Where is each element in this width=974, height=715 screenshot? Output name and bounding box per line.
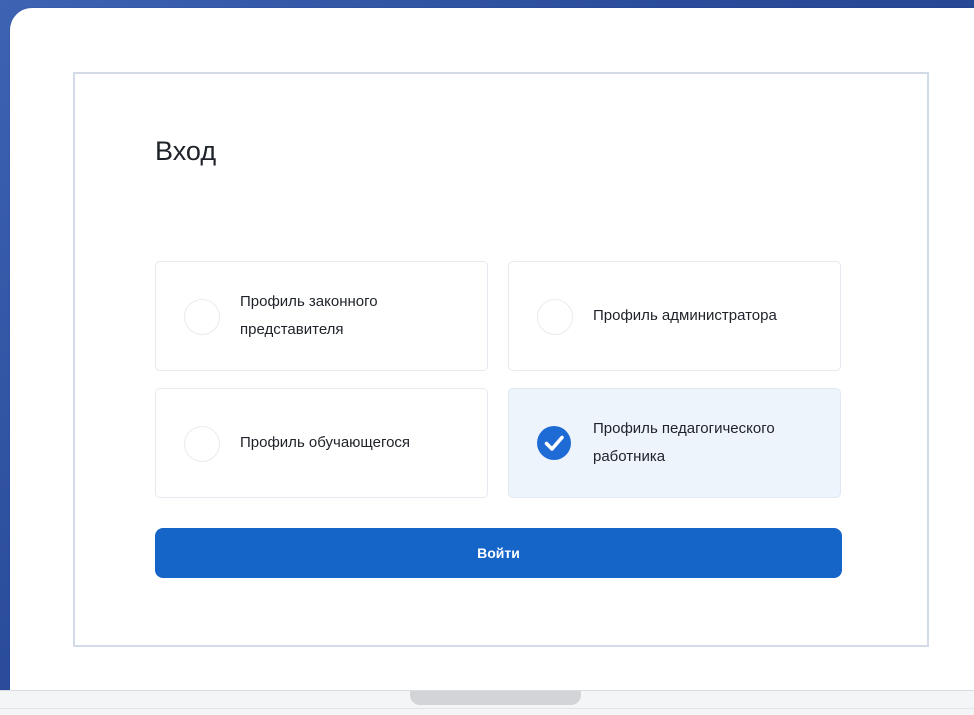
- device-notch: [410, 691, 581, 705]
- login-button[interactable]: Войти: [155, 528, 842, 578]
- option-label: Профиль обучающегося: [240, 434, 411, 451]
- divider: [0, 708, 974, 709]
- login-card: Вход Профиль законного представителя Про…: [73, 72, 929, 647]
- page-title: Вход: [155, 136, 217, 166]
- option-legal-representative[interactable]: Профиль законного представителя: [155, 261, 488, 371]
- option-teacher[interactable]: Профиль педагогического работника: [508, 388, 841, 498]
- radio-empty-icon[interactable]: [537, 299, 573, 335]
- checkmark-circle-icon[interactable]: [537, 426, 571, 460]
- option-student[interactable]: Профиль обучающегося: [155, 388, 488, 498]
- radio-empty-icon[interactable]: [184, 426, 220, 462]
- option-label: Профиль администратора: [593, 307, 777, 324]
- device-screen: Вход Профиль законного представителя Про…: [10, 8, 974, 692]
- option-label: Профиль педагогического работника: [593, 420, 775, 465]
- radio-empty-icon[interactable]: [184, 299, 220, 335]
- checkmark-icon: [544, 435, 564, 451]
- device-base: [0, 690, 974, 715]
- option-label: Профиль законного представителя: [240, 293, 378, 338]
- option-administrator[interactable]: Профиль администратора: [508, 261, 841, 371]
